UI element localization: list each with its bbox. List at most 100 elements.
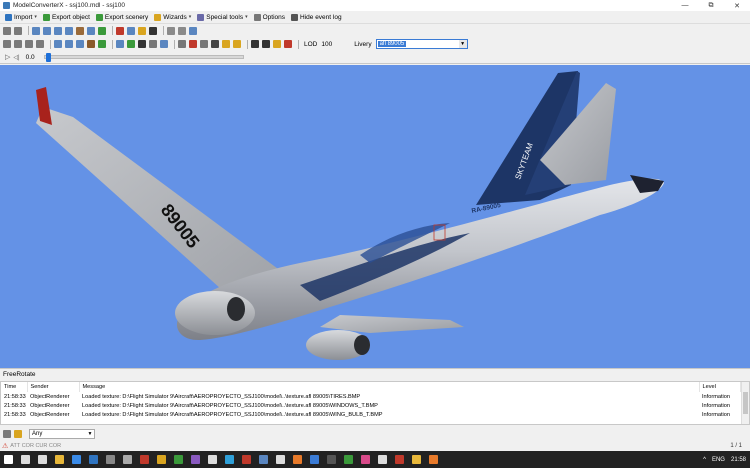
app-icon[interactable] [361,455,370,464]
menu-hide-event-log[interactable]: Hide event log [288,11,345,23]
zoom-in-icon[interactable] [43,26,51,35]
close-button[interactable]: ✕ [724,0,750,11]
app-icon[interactable] [123,455,132,464]
material-editor-icon[interactable] [76,26,84,35]
app-icon[interactable] [293,455,302,464]
log-scrollbar[interactable] [741,382,749,424]
app-icon[interactable] [191,455,200,464]
task-view-icon[interactable] [38,455,47,464]
rotate-right-icon[interactable] [14,26,22,35]
app-icon[interactable] [140,455,149,464]
view-grid-icon[interactable] [54,40,62,48]
app-icon[interactable] [225,455,234,464]
app-icon[interactable] [174,455,183,464]
rotate-left-icon[interactable] [3,26,11,35]
app-icon[interactable] [344,455,353,464]
view-list-icon[interactable] [65,40,73,48]
spark-icon[interactable] [233,40,241,48]
zoom-fit-icon[interactable] [65,26,73,35]
column-message[interactable]: Message [79,382,700,392]
app-icon[interactable] [106,455,115,464]
chevron-down-icon[interactable]: ▼ [86,431,94,437]
cube-icon[interactable] [87,40,95,48]
app-icon[interactable] [395,455,404,464]
app-icon[interactable] [208,455,217,464]
aircraft-icon[interactable] [138,40,146,48]
view-tree-icon[interactable] [76,40,84,48]
column-sender[interactable]: Sender [27,382,80,392]
wire-icon[interactable] [200,40,208,48]
layers-icon[interactable] [116,40,124,48]
rotate-icon[interactable] [178,40,186,48]
picture-icon[interactable] [127,40,135,48]
livery-select[interactable]: afl 89005 ▼ [375,39,468,49]
language-indicator[interactable]: ENG [712,457,725,463]
app-icon[interactable] [412,455,421,464]
log-row[interactable]: 21:58:33 ObjectRenderer Loaded texture: … [1,392,741,401]
sun-icon[interactable] [273,40,281,48]
app-icon[interactable] [242,455,251,464]
attach-icon[interactable] [98,26,106,35]
menu-export-object[interactable]: Export object [40,11,93,23]
chart-icon[interactable] [160,40,168,48]
cross-icon[interactable] [251,40,259,48]
texture-icon[interactable] [127,26,135,35]
menu-wizards[interactable]: Wizards ▾ [151,11,194,23]
box-icon[interactable] [98,40,106,48]
explorer-icon[interactable] [55,455,64,464]
app-icon[interactable] [310,455,319,464]
app-icon[interactable] [276,455,285,464]
shape-icon[interactable] [189,40,197,48]
runner-icon[interactable] [149,26,157,35]
filter-icon[interactable] [14,430,22,438]
scrollbar-thumb[interactable] [743,392,748,414]
refresh-icon[interactable] [189,26,197,35]
tray-chevron-icon[interactable]: ^ [703,457,706,463]
nav-down-icon[interactable] [25,40,33,48]
animation-icon[interactable] [116,26,124,35]
step-back-icon[interactable]: ◁| [13,54,19,61]
log-row[interactable]: 21:58:33 ObjectRenderer Loaded texture: … [1,410,741,419]
edge-icon[interactable] [89,455,98,464]
chevron-down-icon[interactable]: ▼ [458,40,467,48]
star-icon[interactable] [222,40,230,48]
time-value[interactable]: 0.0 [26,54,35,61]
app-icon[interactable] [429,455,438,464]
app-icon[interactable] [327,455,336,464]
heart-icon[interactable] [284,40,292,48]
nav-forward-icon[interactable] [36,40,44,48]
app-icon[interactable] [378,455,387,464]
lighting-icon[interactable] [138,26,146,35]
app-icon[interactable] [259,455,268,464]
search-icon[interactable] [21,455,30,464]
grid-icon[interactable] [32,26,40,35]
nav-back-icon[interactable] [3,40,11,48]
nav-up-icon[interactable] [14,40,22,48]
model-viewport[interactable]: RA-89005 89005 SKYTEAM [0,65,750,368]
menu-export-scenery[interactable]: Export scenery [93,11,151,23]
animation-slider[interactable] [43,53,244,62]
menu-special-tools[interactable]: Special tools ▾ [194,11,250,23]
log-row[interactable]: 21:58:33 ObjectRenderer Loaded texture: … [1,401,741,410]
undo-icon[interactable] [167,26,175,35]
zoom-out-icon[interactable] [54,26,62,35]
pipe-icon[interactable] [149,40,157,48]
minimize-button[interactable]: — [672,0,698,11]
maximize-button[interactable]: ⧉ [698,0,724,11]
clock[interactable]: 21:58 [731,457,746,463]
wheel-icon[interactable] [262,40,270,48]
play-icon[interactable]: ▷ [5,53,10,61]
redo-icon[interactable] [178,26,186,35]
app-icon[interactable] [157,455,166,464]
sphere-icon[interactable] [211,40,219,48]
store-icon[interactable] [72,455,81,464]
start-icon[interactable] [4,455,13,464]
column-time[interactable]: Time [1,382,28,392]
hierarchy-icon[interactable] [87,26,95,35]
menu-options[interactable]: Options [251,11,288,23]
column-level[interactable]: Level [699,382,741,392]
slider-thumb[interactable] [45,53,51,62]
edit-icon[interactable] [3,430,11,438]
menu-import[interactable]: Import ▾ [2,11,40,23]
lod-value[interactable]: 100 [321,41,332,48]
